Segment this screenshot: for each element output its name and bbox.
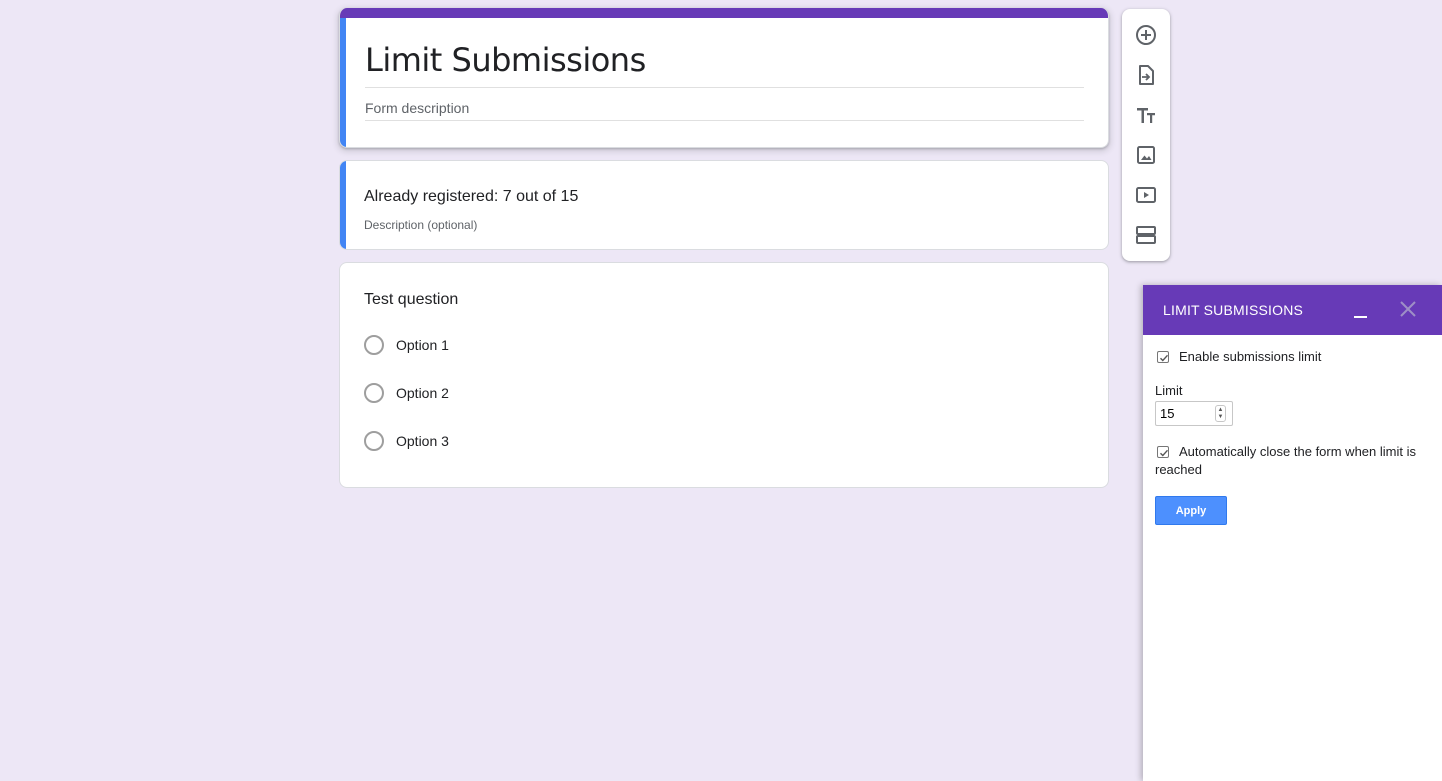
limit-spinner[interactable]: ▲ ▼: [1215, 405, 1226, 422]
radio-option[interactable]: Option 3: [364, 431, 449, 451]
close-icon[interactable]: [1399, 300, 1419, 320]
title-underline: [365, 87, 1084, 88]
floating-toolbar: [1122, 9, 1170, 261]
panel-title: LIMIT SUBMISSIONS: [1163, 302, 1304, 318]
option-label: Option 2: [396, 385, 449, 401]
active-card-indicator: [340, 161, 346, 249]
section-header-card[interactable]: Already registered: 7 out of 15 Descript…: [339, 160, 1109, 250]
enable-limit-checkbox[interactable]: [1157, 351, 1169, 363]
theme-top-bar: [340, 8, 1108, 18]
form-title[interactable]: Limit Submissions: [365, 41, 646, 79]
limit-submissions-panel: LIMIT SUBMISSIONS Enable submissions lim…: [1143, 285, 1442, 781]
limit-label: Limit: [1155, 383, 1183, 398]
radio-button[interactable]: [364, 383, 384, 403]
radio-option[interactable]: Option 2: [364, 383, 449, 403]
enable-limit-label: Enable submissions limit: [1179, 349, 1322, 364]
question-title: Test question: [364, 291, 459, 308]
radio-button[interactable]: [364, 431, 384, 451]
question-card[interactable]: Test question Option 1 Option 2 Option 3: [339, 262, 1109, 488]
radio-button[interactable]: [364, 335, 384, 355]
option-label: Option 1: [396, 337, 449, 353]
add-title-icon[interactable]: [1134, 103, 1158, 127]
section-title[interactable]: Already registered: 7 out of 15: [364, 188, 578, 206]
add-image-icon[interactable]: [1134, 143, 1158, 167]
section-description-field[interactable]: Description (optional): [364, 218, 477, 232]
add-question-icon[interactable]: [1134, 23, 1158, 47]
minimize-icon[interactable]: [1351, 303, 1371, 323]
description-underline: [365, 120, 1084, 121]
import-questions-icon[interactable]: [1134, 63, 1158, 87]
active-card-indicator: [340, 18, 346, 147]
form-title-card: Limit Submissions Form description: [339, 8, 1109, 148]
add-section-icon[interactable]: [1134, 223, 1158, 247]
option-label: Option 3: [396, 433, 449, 449]
add-video-icon[interactable]: [1134, 183, 1158, 207]
autoclose-label: Automatically close the form when limit …: [1155, 444, 1416, 477]
panel-header: LIMIT SUBMISSIONS: [1143, 285, 1442, 335]
radio-option[interactable]: Option 1: [364, 335, 449, 355]
form-description-field[interactable]: Form description: [365, 100, 469, 116]
apply-button[interactable]: Apply: [1155, 496, 1227, 525]
